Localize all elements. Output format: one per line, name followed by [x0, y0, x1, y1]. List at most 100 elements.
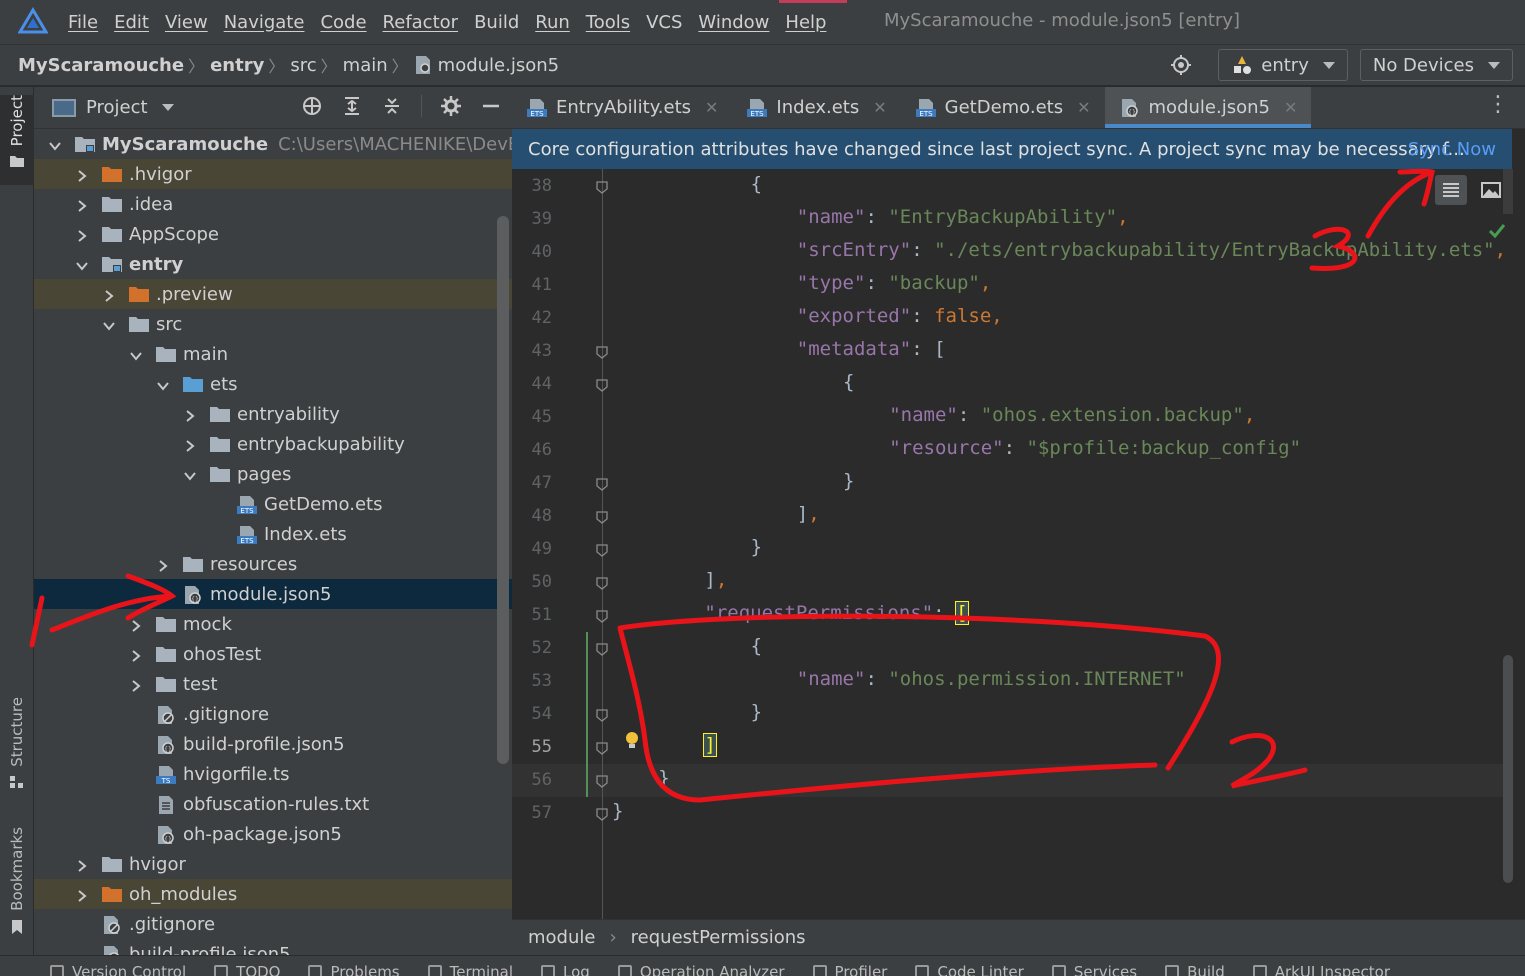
tree-item-ets[interactable]: ets [34, 369, 512, 399]
fold-marker-icon[interactable] [595, 609, 609, 623]
chevron-right-icon[interactable] [129, 617, 143, 632]
editor-tab-index-ets[interactable]: ETS Index.ets ✕ [732, 87, 900, 128]
preview-view-toggle[interactable] [1475, 175, 1507, 205]
editor-breadcrumb-request-permissions[interactable]: requestPermissions [631, 927, 806, 948]
line-number[interactable]: 51 [512, 605, 552, 625]
chevron-right-icon[interactable] [129, 647, 143, 662]
editor-tab-module-json5[interactable]: {} module.json5 ✕ [1104, 87, 1312, 128]
tree-item-main[interactable]: main [34, 339, 512, 369]
fold-marker-icon[interactable] [595, 741, 609, 755]
select-opened-file-icon[interactable] [301, 95, 323, 117]
code-view-toggle[interactable] [1435, 175, 1467, 205]
tree-item-entrybackupability[interactable]: entrybackupability [34, 429, 512, 459]
close-icon[interactable]: ✕ [1284, 98, 1297, 117]
chevron-down-icon[interactable] [75, 257, 89, 271]
tree-item-gitignore[interactable]: .gitignore [34, 909, 512, 939]
tree-item-obfuscation-rules-txt[interactable]: obfuscation-rules.txt [34, 789, 512, 819]
chevron-right-icon[interactable] [102, 287, 116, 302]
stripe-tab-project[interactable]: Project [0, 95, 34, 185]
chevron-right-icon[interactable] [156, 557, 170, 572]
line-number[interactable]: 49 [512, 539, 552, 559]
tree-item-gitignore[interactable]: .gitignore [34, 699, 512, 729]
more-vertical-icon[interactable]: ⋮ [1487, 92, 1509, 117]
expand-all-icon[interactable] [341, 95, 363, 117]
chevron-right-icon[interactable] [129, 677, 143, 692]
menu-build[interactable]: Build [474, 12, 519, 33]
locate-target-icon[interactable] [1170, 54, 1192, 76]
breadcrumb-main[interactable]: main [343, 55, 388, 76]
line-number[interactable]: 53 [512, 671, 552, 691]
fold-marker-icon[interactable] [595, 543, 609, 557]
menu-refactor[interactable]: Refactor [383, 12, 459, 33]
tree-item-test[interactable]: test [34, 669, 512, 699]
menu-file[interactable]: File [68, 12, 98, 33]
project-view-label[interactable]: Project [86, 97, 148, 118]
line-number[interactable]: 57 [512, 803, 552, 823]
chevron-down-icon[interactable] [156, 377, 170, 391]
chevron-down-icon[interactable] [183, 467, 197, 481]
tree-item-index-ets[interactable]: ETS Index.ets [34, 519, 512, 549]
gear-icon[interactable] [440, 95, 462, 117]
tree-item-resources[interactable]: resources [34, 549, 512, 579]
chevron-right-icon[interactable] [75, 227, 89, 242]
chevron-down-icon[interactable] [161, 104, 174, 111]
device-selector-dropdown[interactable]: No Devices [1359, 49, 1513, 81]
line-number[interactable]: 41 [512, 275, 552, 295]
chevron-right-icon[interactable] [75, 167, 89, 182]
tree-item-mock[interactable]: mock [34, 609, 512, 639]
editor-breadcrumb-module[interactable]: module [528, 927, 595, 948]
lightbulb-intention-icon[interactable] [625, 731, 639, 749]
tool-window-profiler[interactable]: Profiler [812, 956, 887, 976]
chevron-right-icon[interactable] [183, 437, 197, 452]
fold-marker-icon[interactable] [595, 774, 609, 788]
fold-marker-icon[interactable] [595, 642, 609, 656]
breadcrumb-module[interactable]: entry [210, 55, 264, 76]
fold-marker-icon[interactable] [595, 576, 609, 590]
tree-item-build-profile-json5[interactable]: {} build-profile.json5 [34, 729, 512, 759]
tool-window-build[interactable]: Build [1165, 956, 1225, 976]
tree-item-getdemo-ets[interactable]: ETS GetDemo.ets [34, 489, 512, 519]
tool-window-code-linter[interactable]: Code Linter [915, 956, 1024, 976]
fold-marker-icon[interactable] [595, 345, 609, 359]
line-number[interactable]: 38 [512, 176, 552, 196]
editor-tab-entryability-ets[interactable]: ETS EntryAbility.ets ✕ [512, 87, 732, 128]
menu-tools[interactable]: Tools [586, 12, 630, 33]
vcs-change-marker[interactable] [586, 632, 588, 797]
sync-now-link[interactable]: Sync Now [1408, 139, 1496, 160]
line-number[interactable]: 48 [512, 506, 552, 526]
tree-item-ohostest[interactable]: ohosTest [34, 639, 512, 669]
line-number[interactable]: 45 [512, 407, 552, 427]
breadcrumb-project[interactable]: MyScaramouche [18, 55, 184, 76]
minimize-icon[interactable] [480, 95, 502, 117]
collapse-all-icon[interactable] [381, 95, 403, 117]
stripe-tab-bookmarks[interactable]: Bookmarks [0, 827, 34, 945]
code-editor[interactable]: 38 {39 "name": "EntryBackupAbility", 40 "src… [512, 169, 1525, 919]
menu-run[interactable]: Run [535, 12, 570, 33]
tree-item-module-json5[interactable]: {} module.json5 [34, 579, 512, 609]
breadcrumb-file[interactable]: module.json5 [438, 55, 559, 76]
close-icon[interactable]: ✕ [873, 98, 886, 117]
tree-item-preview[interactable]: .preview [34, 279, 512, 309]
tree-item-idea[interactable]: .idea [34, 189, 512, 219]
line-number[interactable]: 46 [512, 440, 552, 460]
tree-item-entryability[interactable]: entryability [34, 399, 512, 429]
line-number[interactable]: 50 [512, 572, 552, 592]
editor-scrollbar[interactable] [1503, 655, 1513, 883]
line-number[interactable]: 56 [512, 770, 552, 790]
menu-window[interactable]: Window [698, 12, 769, 33]
tree-item-entry[interactable]: entry [34, 249, 512, 279]
tree-item-build-profile-json5[interactable]: {} build-profile.json5 [34, 939, 512, 955]
fold-marker-icon[interactable] [595, 180, 609, 194]
menu-code[interactable]: Code [320, 12, 366, 33]
chevron-right-icon[interactable] [75, 887, 89, 902]
line-number[interactable]: 47 [512, 473, 552, 493]
tree-item-hvigor[interactable]: hvigor [34, 849, 512, 879]
tree-item-hvigor[interactable]: .hvigor [34, 159, 512, 189]
line-number[interactable]: 44 [512, 374, 552, 394]
close-icon[interactable]: ✕ [705, 98, 718, 117]
tree-item-myscaramouche[interactable]: MyScaramouche C:\Users\MACHENIKE\DevEco [34, 129, 512, 159]
chevron-down-icon[interactable] [102, 317, 116, 331]
tool-window-todo[interactable]: TODO [214, 956, 280, 976]
fold-marker-icon[interactable] [595, 708, 609, 722]
tool-window-operation-analyzer[interactable]: Operation Analyzer [617, 956, 785, 976]
